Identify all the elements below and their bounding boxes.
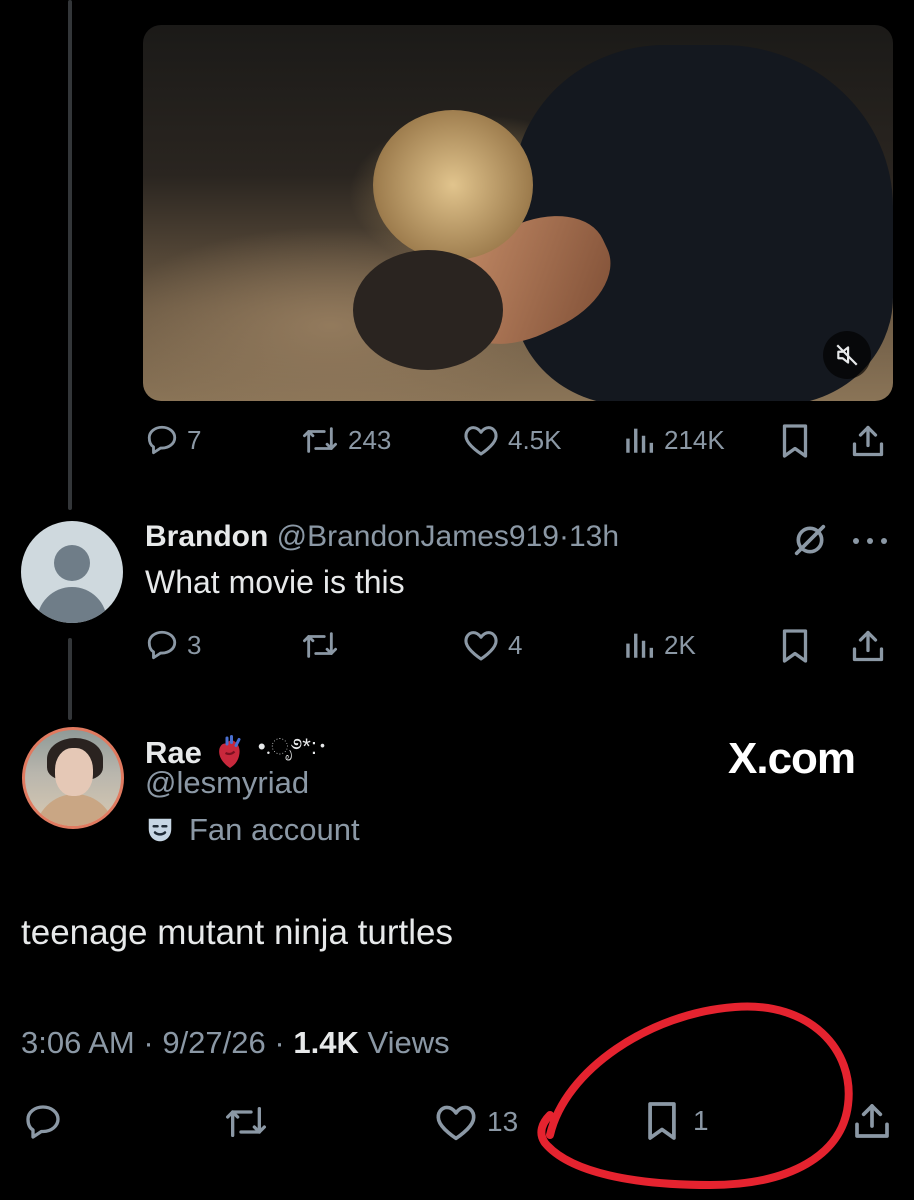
share-icon xyxy=(852,425,884,457)
tweet3-repost-action[interactable] xyxy=(222,1102,270,1142)
repost-icon xyxy=(303,427,338,453)
more-options-icon[interactable] xyxy=(850,534,890,552)
repost-count: 243 xyxy=(348,424,392,455)
fan-account-label: Fan account xyxy=(189,812,360,847)
thread-line-bottom xyxy=(68,638,72,720)
tweet-video[interactable] xyxy=(143,25,893,401)
views-action[interactable]: 214K xyxy=(622,423,725,457)
thread-line-top xyxy=(68,0,72,510)
views-count: 1.4K xyxy=(293,1025,359,1060)
bookmark-action[interactable] xyxy=(780,423,810,459)
reply-action[interactable]: 7 xyxy=(145,423,201,457)
repost-icon xyxy=(303,632,338,658)
repost-action[interactable]: 243 xyxy=(300,423,391,457)
tweet3-meta: 3:06 AM · 9/27/26 · 1.4K Views xyxy=(21,1025,450,1061)
avatar-rae[interactable] xyxy=(22,727,124,829)
views-label: Views xyxy=(367,1025,450,1060)
author-handle[interactable]: @lesmyriad xyxy=(145,765,309,801)
reply-icon xyxy=(147,425,177,455)
tweet2-header: Brandon @BrandonJames919·13h xyxy=(145,520,619,554)
mute-button[interactable] xyxy=(823,331,871,379)
tweet2-share-action[interactable] xyxy=(850,627,886,665)
bookmark-icon xyxy=(782,629,808,663)
muted-conversation-icon[interactable] xyxy=(790,520,830,565)
reply-count: 7 xyxy=(187,424,202,455)
views-chart-icon xyxy=(626,633,654,658)
default-avatar-head xyxy=(54,545,90,581)
views-count: 214K xyxy=(664,424,725,455)
annotation-circle xyxy=(537,1002,853,1190)
tweet-time[interactable]: 3:06 AM xyxy=(21,1025,135,1060)
tweet3-reply-action[interactable] xyxy=(22,1102,64,1142)
theater-masks-icon xyxy=(148,818,172,842)
separator-dot: · xyxy=(274,1025,285,1060)
bookmark-icon xyxy=(782,424,808,458)
separator-dot: · xyxy=(558,520,569,553)
heart-icon xyxy=(464,631,498,661)
tweet2-repost-action[interactable] xyxy=(300,628,340,662)
reply-count: 3 xyxy=(187,629,202,660)
like-action[interactable]: 4.5K xyxy=(462,423,562,457)
tweet2-bookmark-action[interactable] xyxy=(780,628,810,664)
tweet2-reply-action[interactable]: 3 xyxy=(145,628,201,662)
like-count: 4 xyxy=(508,629,523,660)
share-icon xyxy=(852,630,884,662)
heart-icon xyxy=(436,1105,476,1141)
views-chart-icon xyxy=(626,428,654,453)
default-avatar-body xyxy=(37,587,107,623)
reply-icon xyxy=(26,1105,60,1139)
tweet2-text: What movie is this xyxy=(145,564,405,600)
share-action[interactable] xyxy=(850,422,886,460)
tweet3-text: teenage mutant ninja turtles xyxy=(21,913,453,952)
separator-dot: · xyxy=(143,1025,154,1060)
heart-icon xyxy=(464,426,498,456)
tweet2-like-action[interactable]: 4 xyxy=(462,628,522,662)
views-count: 2K xyxy=(664,629,696,660)
avatar-photo-face xyxy=(55,748,93,796)
video-figure-hair xyxy=(373,110,533,260)
tweet3-like-action[interactable]: 13 xyxy=(433,1102,518,1142)
repost-icon xyxy=(226,1107,266,1137)
tweet-time[interactable]: 13h xyxy=(569,520,619,553)
speaker-muted-icon xyxy=(836,344,858,366)
video-figure-lower xyxy=(353,250,503,370)
reply-icon xyxy=(147,630,177,660)
avatar-photo-torso xyxy=(35,794,115,826)
avatar-brandon[interactable] xyxy=(21,521,123,623)
like-count: 13 xyxy=(487,1106,519,1137)
author-handle[interactable]: @BrandonJames919 xyxy=(277,520,559,553)
author-name[interactable]: Brandon xyxy=(145,520,268,553)
tweet2-views-action[interactable]: 2K xyxy=(622,628,696,662)
like-count: 4.5K xyxy=(508,424,562,455)
tweet-date[interactable]: 9/27/26 xyxy=(162,1025,265,1060)
affiliation-label: Fan account xyxy=(145,812,360,848)
watermark: X.com xyxy=(728,734,856,783)
